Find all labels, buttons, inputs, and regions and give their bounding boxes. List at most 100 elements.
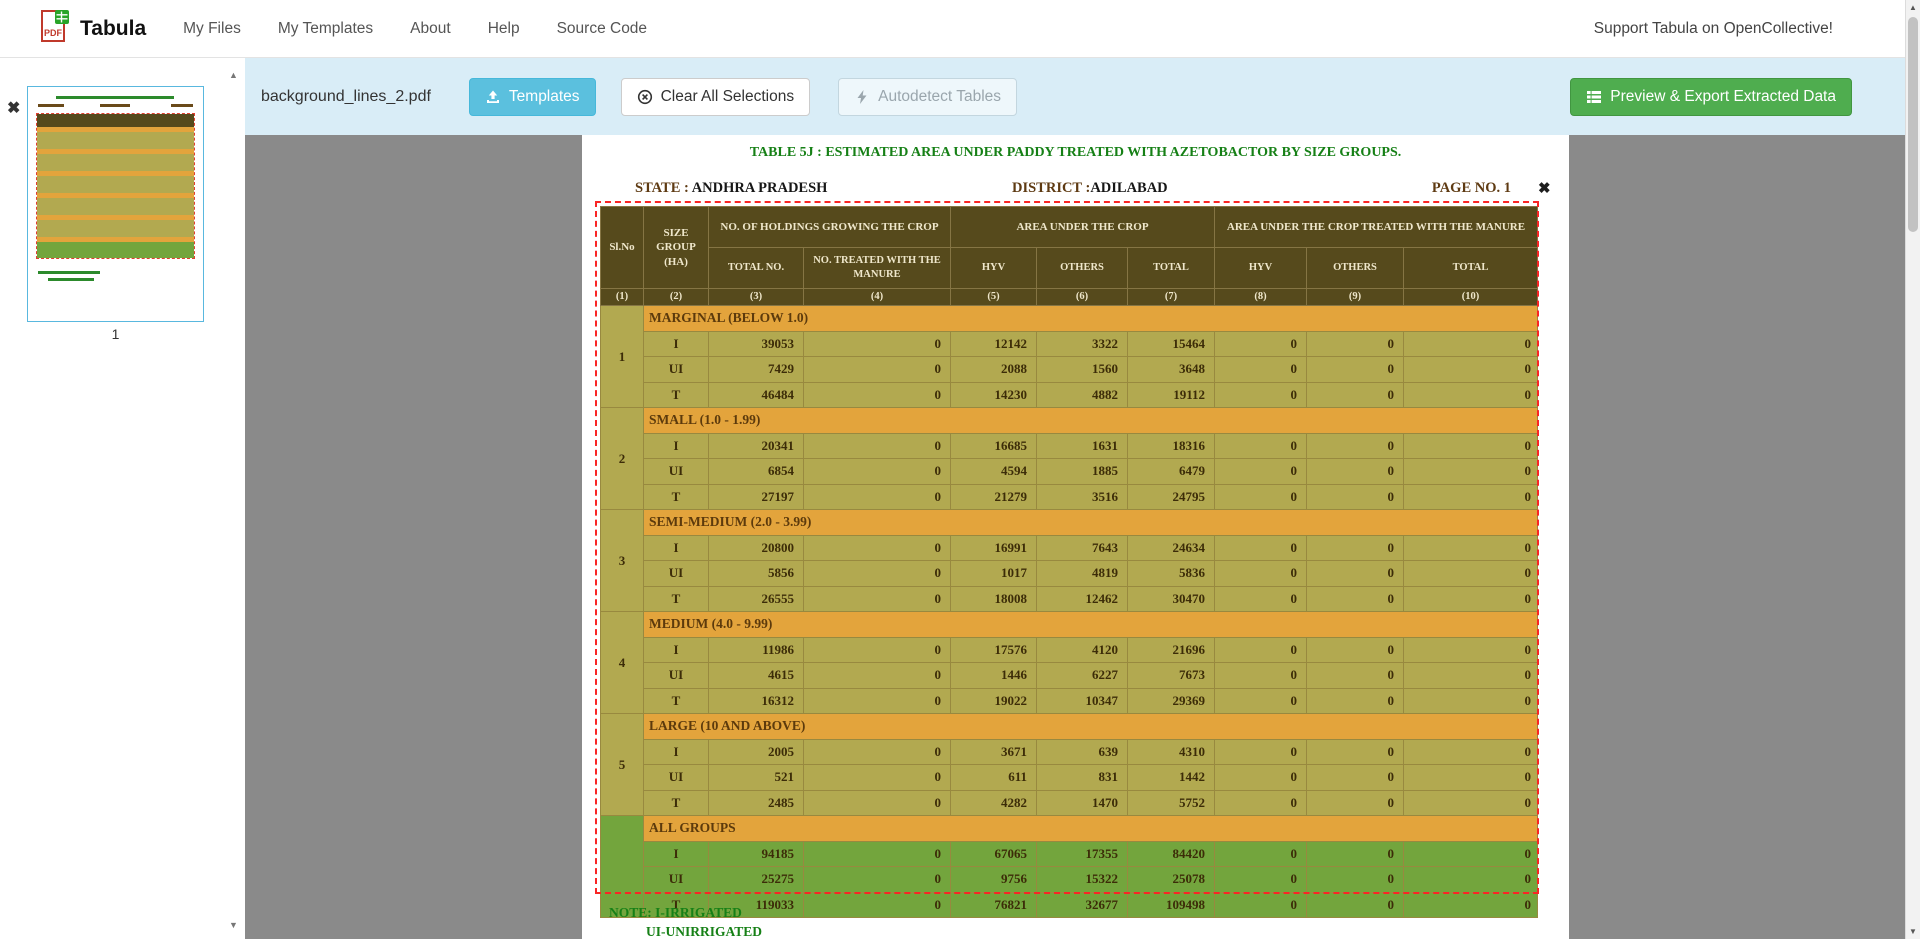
section-number: 2	[601, 408, 644, 510]
nav-my-templates[interactable]: My Templates	[278, 20, 373, 38]
value-cell: 4310	[1128, 739, 1215, 765]
table-row: T24850428214705752000	[601, 790, 1538, 816]
value-cell: 0	[1215, 637, 1307, 663]
nav-source-code[interactable]: Source Code	[557, 20, 647, 38]
table-colnum-row: (1)(2)(3)(4)(5)(6)(7)(8)(9)(10)	[601, 289, 1538, 306]
header-column-number: (3)	[709, 289, 804, 306]
templates-button[interactable]: Templates	[469, 78, 596, 116]
header-subcolumn: HYV	[1215, 248, 1307, 289]
value-cell: 4120	[1037, 637, 1128, 663]
value-cell: 0	[1215, 433, 1307, 459]
scrollbar-thumb[interactable]	[1908, 17, 1918, 232]
thumb-table-green-section	[37, 242, 194, 258]
section-number: 4	[601, 612, 644, 714]
row-type: UI	[644, 459, 709, 485]
value-cell: 7643	[1037, 535, 1128, 561]
value-cell: 0	[1215, 790, 1307, 816]
autodetect-tables-button[interactable]: Autodetect Tables	[838, 78, 1017, 116]
table-row: I941850670651735584420000	[601, 841, 1538, 867]
value-cell: 0	[1215, 535, 1307, 561]
nav-about[interactable]: About	[410, 20, 451, 38]
value-cell: 831	[1037, 765, 1128, 791]
value-cell: 6227	[1037, 663, 1128, 689]
sidebar-scroll-up-icon[interactable]: ▲	[226, 70, 241, 80]
row-type: I	[644, 739, 709, 765]
export-button-label: Preview & Export Extracted Data	[1610, 88, 1836, 106]
thumb-table-body	[37, 127, 194, 258]
value-cell: 0	[1404, 459, 1538, 485]
value-cell: 16685	[951, 433, 1037, 459]
value-cell: 1631	[1037, 433, 1128, 459]
section-band-row: 3SEMI-MEDIUM (2.0 - 3.99)	[601, 510, 1538, 536]
page-thumbnail[interactable]	[27, 86, 204, 322]
value-cell: 29369	[1128, 688, 1215, 714]
value-cell: 0	[1404, 841, 1538, 867]
export-button[interactable]: Preview & Export Extracted Data	[1570, 78, 1852, 116]
value-cell: 20341	[709, 433, 804, 459]
scrollbar-up-icon[interactable]: ▲	[1906, 3, 1920, 12]
value-cell: 39053	[709, 331, 804, 357]
header-column-number: (5)	[951, 289, 1037, 306]
value-cell: 0	[1215, 382, 1307, 408]
table-row: T27197021279351624795000	[601, 484, 1538, 510]
value-cell: 26555	[709, 586, 804, 612]
support-link[interactable]: Support Tabula on OpenCollective!	[1594, 20, 1833, 38]
header-column-number: (8)	[1215, 289, 1307, 306]
nav-help[interactable]: Help	[488, 20, 520, 38]
value-cell: 17355	[1037, 841, 1128, 867]
value-cell: 0	[1215, 765, 1307, 791]
value-cell: 5836	[1128, 561, 1215, 587]
section-band-row: 2SMALL (1.0 - 1.99)	[601, 408, 1538, 434]
remove-file-button[interactable]: ✖	[5, 96, 22, 120]
value-cell: 0	[804, 535, 951, 561]
value-cell: 25078	[1128, 867, 1215, 893]
value-cell: 639	[1037, 739, 1128, 765]
value-cell: 0	[1307, 841, 1404, 867]
current-filename: background_lines_2.pdf	[261, 88, 431, 106]
section-number: 5	[601, 714, 644, 816]
district-label: DISTRICT :	[1012, 180, 1090, 196]
clear-selections-button[interactable]: Clear All Selections	[621, 78, 811, 116]
pdf-page-number: PAGE NO. 1	[1432, 180, 1511, 197]
value-cell: 3671	[951, 739, 1037, 765]
pdf-note-2: UI-UNIRRIGATED	[646, 924, 762, 939]
browser-scrollbar[interactable]: ▲ ▼	[1905, 0, 1920, 939]
value-cell: 0	[1404, 739, 1538, 765]
top-navbar: PDF Tabula My Files My Templates About H…	[0, 0, 1920, 58]
value-cell: 4594	[951, 459, 1037, 485]
value-cell: 2088	[951, 357, 1037, 383]
header-subcolumn: TOTAL	[1404, 248, 1538, 289]
value-cell: 0	[804, 867, 951, 893]
section-band-row: ALL GROUPS	[601, 816, 1538, 842]
value-cell: 0	[804, 586, 951, 612]
table-subheader-row: TOTAL NO.NO. TREATED WITH THE MANUREHYVO…	[601, 248, 1538, 289]
value-cell: 5856	[709, 561, 804, 587]
value-cell: 18008	[951, 586, 1037, 612]
nav-my-files[interactable]: My Files	[183, 20, 241, 38]
value-cell: 0	[1307, 867, 1404, 893]
document-viewport[interactable]: TABLE 5J : ESTIMATED AREA UNDER PADDY TR…	[245, 135, 1905, 939]
value-cell: 30470	[1128, 586, 1215, 612]
value-cell: 0	[804, 663, 951, 689]
value-cell: 12462	[1037, 586, 1128, 612]
brand-link[interactable]: PDF Tabula	[40, 9, 146, 48]
table-row: UI46150144662277673000	[601, 663, 1538, 689]
state-value: ANDHRA PRADESH	[692, 180, 828, 196]
value-cell: 0	[1307, 331, 1404, 357]
value-cell: 0	[804, 841, 951, 867]
table-row: T163120190221034729369000	[601, 688, 1538, 714]
pdf-page[interactable]: TABLE 5J : ESTIMATED AREA UNDER PADDY TR…	[582, 135, 1569, 939]
clear-selections-label: Clear All Selections	[661, 88, 795, 106]
value-cell: 0	[1215, 867, 1307, 893]
sidebar-scroll-down-icon[interactable]: ▼	[226, 920, 241, 930]
value-cell: 109498	[1128, 892, 1215, 918]
value-cell: 10347	[1037, 688, 1128, 714]
header-treated-group: AREA UNDER THE CROP TREATED WITH THE MAN…	[1215, 207, 1538, 248]
value-cell: 4882	[1037, 382, 1128, 408]
upload-icon	[485, 89, 501, 105]
value-cell: 0	[1215, 484, 1307, 510]
scrollbar-down-icon[interactable]: ▼	[1906, 927, 1920, 936]
table-row: UI52106118311442000	[601, 765, 1538, 791]
selection-close-icon[interactable]: ✖	[1538, 179, 1551, 197]
value-cell: 11986	[709, 637, 804, 663]
